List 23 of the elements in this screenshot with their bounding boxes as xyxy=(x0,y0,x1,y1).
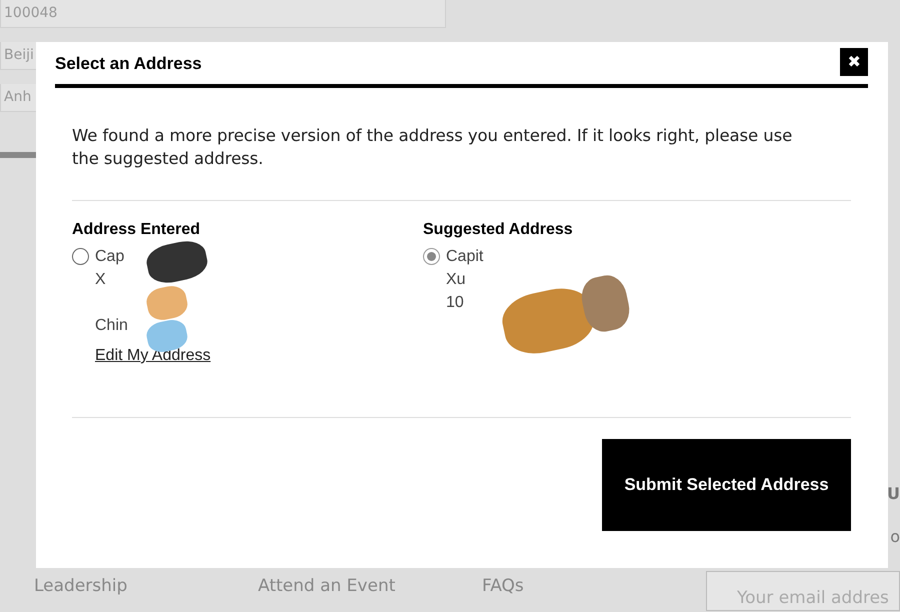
address-line: Cap xyxy=(95,247,124,267)
footer-link[interactable]: FAQs xyxy=(482,576,706,596)
submit-button[interactable]: Submit Selected Address xyxy=(602,439,851,531)
address-line: Xu xyxy=(446,270,466,290)
email-field[interactable]: Your email addres xyxy=(706,571,900,611)
footer-link[interactable]: Leadership xyxy=(34,576,258,596)
dialog-title: Select an Address xyxy=(55,54,202,74)
radio-button[interactable] xyxy=(423,248,440,265)
edit-address-link[interactable]: Edit My Address xyxy=(95,347,211,365)
footer-link[interactable]: Attend an Event xyxy=(258,576,482,596)
address-line: X xyxy=(95,270,106,290)
address-line: Chin xyxy=(95,316,128,336)
background-text: U xyxy=(887,484,900,503)
close-button[interactable]: ✖ xyxy=(840,48,868,76)
address-line: 10 xyxy=(446,293,464,313)
address-line: Capit xyxy=(446,247,484,267)
background-text: o xyxy=(890,527,900,546)
radio-button[interactable] xyxy=(72,248,89,265)
column-heading: Suggested Address xyxy=(423,221,574,239)
postal-code-field[interactable]: 100048 xyxy=(0,0,446,28)
dialog-message: We found a more precise version of the address you entered. If it looks right, please use the suggested address. xyxy=(72,125,794,170)
divider-bar xyxy=(0,152,36,158)
column-heading: Address Entered xyxy=(72,221,202,239)
